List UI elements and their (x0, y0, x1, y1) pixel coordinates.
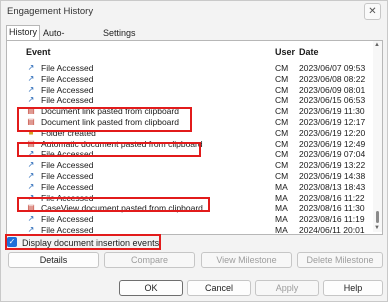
user-cell: CM (275, 84, 289, 95)
user-cell: CM (275, 117, 289, 127)
cancel-button[interactable]: Cancel (187, 280, 251, 296)
event-cell: File Accessed (41, 63, 94, 73)
column-header-event[interactable]: Event (26, 47, 51, 57)
delete-milestone-button[interactable]: Delete Milestone (297, 252, 383, 268)
user-cell: CM (275, 63, 289, 73)
event-cell: File Accessed (41, 73, 94, 84)
link-arrow-icon: ↗ (27, 171, 35, 180)
link-arrow-icon: ↗ (27, 225, 35, 233)
event-list[interactable]: Event User Date ↗ File Accessed CM 2023/06/… (8, 42, 372, 233)
date-cell: 2023/06/08 08:22 (299, 73, 366, 84)
date-cell: 2023/06/19 11:30 (299, 106, 365, 117)
event-cell: File Accessed (41, 181, 94, 192)
table-row[interactable]: ↗ File Accessed CM 2023/06/19 13:22 (8, 160, 372, 170)
user-cell: CM (275, 160, 289, 171)
date-cell: 2023/08/16 11:22 (299, 192, 365, 203)
date-cell: 2023/06/19 07:04 (299, 149, 366, 160)
date-cell: 2023/06/19 12:49 (299, 138, 366, 149)
event-cell: File Accessed (41, 214, 94, 225)
event-cell: File Accessed (41, 160, 94, 171)
table-row[interactable]: ↗ File Accessed CM 2023/06/19 14:38 (8, 171, 372, 181)
table-row[interactable]: ↗ File Accessed CM 2023/06/15 06:53 (8, 95, 372, 105)
user-cell: MA (275, 214, 288, 225)
user-cell: CM (275, 95, 289, 106)
user-cell: CM (275, 138, 289, 149)
column-header-date[interactable]: Date (299, 47, 319, 57)
table-row[interactable]: ↗ File Accessed MA 2023/08/13 18:43 (8, 182, 372, 192)
column-header-user[interactable]: User (275, 47, 295, 57)
scrollbar-thumb[interactable] (376, 211, 379, 223)
user-cell: MA (275, 181, 288, 192)
event-cell: File Accessed (41, 84, 94, 95)
scroll-down-arrow-icon[interactable]: ▼ (374, 225, 380, 231)
date-cell: 2023/06/19 12:17 (299, 117, 366, 127)
link-arrow-icon: ↗ (27, 73, 35, 83)
link-arrow-icon: ↗ (27, 84, 35, 94)
vertical-scrollbar[interactable]: ▲ ▼ (373, 41, 382, 232)
table-row[interactable]: ↗ File Accessed CM 2023/06/08 08:22 (8, 74, 372, 84)
link-arrow-icon: ↗ (27, 63, 35, 72)
date-cell: 2023/08/13 18:43 (299, 181, 366, 192)
tab-auto-compare[interactable]: Auto-Compare (41, 27, 82, 51)
tab-history[interactable]: History (6, 25, 41, 41)
help-button[interactable]: Help (323, 280, 383, 296)
link-arrow-icon: ↗ (27, 214, 35, 224)
event-cell: File Accessed (41, 171, 94, 181)
date-cell: 2023/06/15 06:53 (299, 95, 366, 106)
table-row[interactable]: ↗ File Accessed CM 2023/06/09 08:01 (8, 85, 372, 95)
user-cell: MA (275, 203, 288, 214)
highlight-box-document-links (17, 107, 192, 132)
date-cell: 2023/06/19 13:22 (299, 160, 366, 171)
user-cell: CM (275, 73, 289, 84)
highlight-box-automatic-document (17, 142, 201, 157)
date-cell: 2023/06/09 08:01 (299, 84, 366, 95)
user-cell: CM (275, 171, 289, 181)
link-arrow-icon: ↗ (27, 181, 35, 191)
title-bar: Engagement History ✕ (1, 1, 387, 21)
table-row[interactable]: ↗ File Accessed MA 2023/08/16 11:19 (8, 214, 372, 224)
link-arrow-icon: ↗ (27, 95, 35, 105)
highlight-box-caseview-document (17, 197, 210, 212)
details-button[interactable]: Details (8, 252, 99, 268)
view-milestone-button[interactable]: View Milestone (201, 252, 292, 268)
date-cell: 2023/08/16 11:30 (299, 203, 365, 214)
user-cell: CM (275, 106, 289, 117)
date-cell: 2023/06/07 09:53 (299, 63, 366, 73)
ok-button[interactable]: OK (119, 280, 183, 296)
apply-button[interactable]: Apply (255, 280, 319, 296)
user-cell: CM (275, 149, 289, 160)
user-cell: MA (275, 225, 288, 233)
tab-settings[interactable]: Settings (101, 27, 138, 40)
compare-button[interactable]: Compare (104, 252, 195, 268)
window-title: Engagement History (7, 6, 94, 17)
close-icon[interactable]: ✕ (364, 3, 381, 20)
date-cell: 2024/06/11 20:01 (299, 225, 365, 233)
table-row[interactable]: ↗ File Accessed CM 2023/06/07 09:53 (8, 63, 372, 73)
scroll-up-arrow-icon[interactable]: ▲ (374, 42, 380, 48)
date-cell: 2023/06/19 12:20 (299, 127, 366, 138)
list-header: Event User Date (8, 45, 372, 58)
date-cell: 2023/08/16 11:19 (299, 214, 365, 225)
event-cell: File Accessed (41, 225, 94, 233)
date-cell: 2023/06/19 14:38 (299, 171, 366, 181)
user-cell: MA (275, 192, 288, 203)
table-row[interactable]: ↗ File Accessed MA 2024/06/11 20:01 (8, 225, 372, 233)
link-arrow-icon: ↗ (27, 160, 35, 170)
highlight-box-checkbox (5, 234, 161, 250)
user-cell: CM (275, 127, 289, 138)
history-panel: Event User Date ↗ File Accessed CM 2023/06/… (6, 40, 383, 235)
engagement-history-window: Engagement History ✕ History Auto-Compar… (0, 0, 388, 302)
event-cell: File Accessed (41, 95, 94, 106)
